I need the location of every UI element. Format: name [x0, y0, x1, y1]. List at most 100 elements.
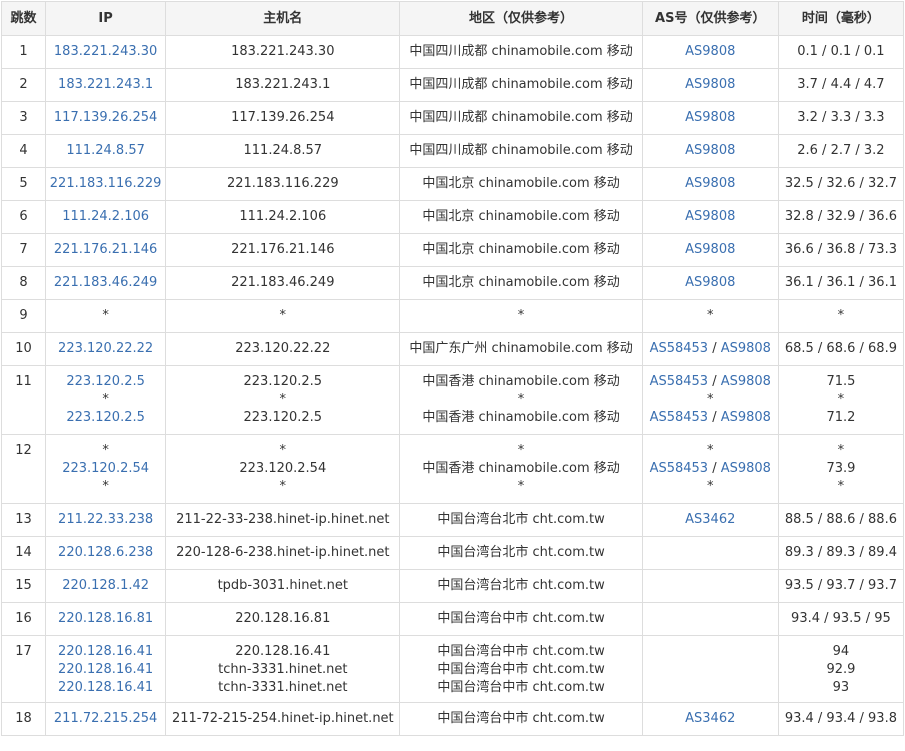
asn-link[interactable]: AS9808: [721, 461, 771, 476]
asn-link[interactable]: AS58453: [650, 410, 709, 425]
asn-link[interactable]: AS9808: [685, 275, 735, 290]
asn-link[interactable]: AS58453: [650, 341, 709, 356]
ip-link[interactable]: 220.128.6.238: [58, 545, 153, 560]
traceroute-table: 跳数 IP 主机名 地区（仅供参考） AS号（仅供参考） 时间（毫秒） 1 183…: [0, 1, 905, 736]
hostname-cell: 117.139.26.254: [165, 101, 401, 135]
ip-cell: 211.72.215.254: [45, 702, 167, 736]
region-line: 中国北京 chinamobile.com 移动: [422, 242, 620, 257]
region-line: 中国四川成都 chinamobile.com 移动: [409, 143, 633, 158]
ip-line: 211.72.215.254: [46, 710, 165, 728]
ip-line: 220.128.16.81: [46, 610, 165, 628]
asn-cell: AS9808: [641, 200, 779, 234]
asn-link[interactable]: AS9808: [685, 77, 735, 92]
region-cell: 中国香港 chinamobile.com 移动 * 中国香港 chinamobile…: [399, 365, 643, 435]
hop-cell: 16: [0, 602, 47, 636]
asn-cell: [641, 536, 779, 570]
ip-cell: 111.24.8.57: [45, 134, 167, 168]
time-line: 68.5 / 68.6 / 68.9: [784, 341, 897, 356]
asn-link[interactable]: AS9808: [685, 143, 735, 158]
ip-link[interactable]: 223.120.2.5: [66, 374, 145, 389]
asn-link[interactable]: AS3462: [685, 711, 735, 726]
asn-link[interactable]: AS9808: [685, 209, 735, 224]
hostname-cell: 220.128.16.41 tchn-3331.hinet.net tchn-333…: [165, 635, 401, 703]
asn-link[interactable]: AS58453: [650, 374, 709, 389]
ip-line: *: [102, 443, 109, 458]
hop-cell: 8: [0, 266, 47, 300]
region-line: 中国台湾台中市 cht.com.tw: [437, 711, 605, 726]
ip-link[interactable]: 220.128.16.41: [58, 680, 153, 695]
ip-link[interactable]: 221.183.116.229: [50, 176, 162, 191]
ip-link[interactable]: 117.139.26.254: [54, 110, 157, 125]
asn-link[interactable]: AS9808: [721, 410, 771, 425]
ip-link[interactable]: 223.120.22.22: [58, 341, 153, 356]
region-cell: 中国北京 chinamobile.com 移动: [399, 266, 643, 300]
ip-link[interactable]: 211.22.33.238: [58, 512, 153, 527]
asn-cell: AS58453 / AS9808: [641, 332, 779, 366]
ip-link[interactable]: 220.128.16.81: [58, 611, 153, 626]
table-row: 4 111.24.8.57 111.24.8.57 中国四川成都 chinamobil…: [0, 134, 905, 168]
hostname-cell: 221.176.21.146: [165, 233, 401, 267]
time-line: 93.4 / 93.5 / 95: [791, 611, 891, 626]
asn-link[interactable]: AS9808: [685, 242, 735, 257]
hostname-line: 117.139.26.254: [231, 110, 335, 125]
table-row: 7 221.176.21.146 221.176.21.146 中国北京 chinam…: [0, 233, 905, 267]
ip-link[interactable]: 220.128.16.41: [58, 662, 153, 677]
table-body: 1 183.221.243.30 183.221.243.30 中国四川成都 chin…: [0, 35, 905, 736]
table-row: 8 221.183.46.249 221.183.46.249 中国北京 chinam…: [0, 266, 905, 300]
ip-link[interactable]: 223.120.2.54: [62, 461, 149, 476]
ip-cell: 223.120.2.5 * 223.120.2.5: [45, 365, 167, 435]
ip-link[interactable]: 183.221.243.30: [54, 44, 157, 59]
header-asn: AS号（仅供参考）: [641, 1, 779, 36]
asn-line: AS9808: [643, 109, 778, 127]
asn-line: AS58453 / AS9808: [643, 409, 778, 427]
hostname-cell: *: [165, 299, 401, 333]
ip-cell: 221.183.116.229: [45, 167, 167, 201]
table-row: 6 111.24.2.106 111.24.2.106 中国北京 chinamobil…: [0, 200, 905, 234]
asn-link[interactable]: AS9808: [721, 374, 771, 389]
ip-line: 220.128.1.42: [46, 577, 165, 595]
ip-line: 111.24.2.106: [46, 208, 165, 226]
asn-link[interactable]: AS9808: [721, 341, 771, 356]
hop-cell: 15: [0, 569, 47, 603]
ip-link[interactable]: 183.221.243.1: [58, 77, 153, 92]
hostname-line: *: [279, 392, 287, 407]
asn-link[interactable]: AS9808: [685, 44, 735, 59]
asn-line: AS9808: [643, 142, 778, 160]
asn-link[interactable]: AS58453: [650, 461, 709, 476]
time-line: 71.2: [826, 410, 856, 425]
table-row: 2 183.221.243.1 183.221.243.1 中国四川成都 chinam…: [0, 68, 905, 102]
asn-line: [643, 679, 778, 697]
ip-line: *: [102, 308, 109, 323]
time-line: 3.2 / 3.3 / 3.3: [797, 110, 885, 125]
asn-cell: AS9808: [641, 167, 779, 201]
hostname-line: 211-22-33-238.hinet-ip.hinet.net: [176, 512, 390, 527]
asn-cell: *: [641, 299, 779, 333]
time-cell: 93.4 / 93.5 / 95: [777, 602, 905, 636]
ip-link[interactable]: 111.24.8.57: [66, 143, 145, 158]
ip-link[interactable]: 221.176.21.146: [54, 242, 157, 257]
region-line: 中国广东广州 chinamobile.com 移动: [409, 341, 633, 356]
region-cell: 中国四川成都 chinamobile.com 移动: [399, 101, 643, 135]
ip-link[interactable]: 220.128.1.42: [62, 578, 149, 593]
ip-link[interactable]: 111.24.2.106: [62, 209, 149, 224]
hostname-line: 223.120.2.5: [243, 410, 323, 425]
asn-link[interactable]: AS9808: [685, 110, 735, 125]
ip-link[interactable]: 220.128.16.41: [58, 644, 153, 659]
asn-link[interactable]: AS3462: [685, 512, 735, 527]
ip-link[interactable]: 221.183.46.249: [54, 275, 157, 290]
table-row: 1 183.221.243.30 183.221.243.30 中国四川成都 chin…: [0, 35, 905, 69]
asn-cell: AS9808: [641, 35, 779, 69]
time-line: 93.4 / 93.4 / 93.8: [784, 711, 897, 726]
table-row: 14 220.128.6.238 220-128-6-238.hinet-ip.hi…: [0, 536, 905, 570]
hostname-line: tchn-3331.hinet.net: [218, 662, 348, 677]
ip-link[interactable]: 211.72.215.254: [54, 711, 157, 726]
asn-link[interactable]: AS9808: [685, 176, 735, 191]
ip-line: 220.128.6.238: [46, 544, 165, 562]
region-line: 中国台湾台北市 cht.com.tw: [437, 512, 605, 527]
time-cell: 88.5 / 88.6 / 88.6: [777, 503, 905, 537]
hostname-line: 220-128-6-238.hinet-ip.hinet.net: [176, 545, 390, 560]
table-row: 10 223.120.22.22 223.120.22.22 中国广东广州 china…: [0, 332, 905, 366]
ip-link[interactable]: 223.120.2.5: [66, 410, 145, 425]
region-line: 中国台湾台中市 cht.com.tw: [437, 680, 605, 695]
hostname-cell: 221.183.46.249: [165, 266, 401, 300]
